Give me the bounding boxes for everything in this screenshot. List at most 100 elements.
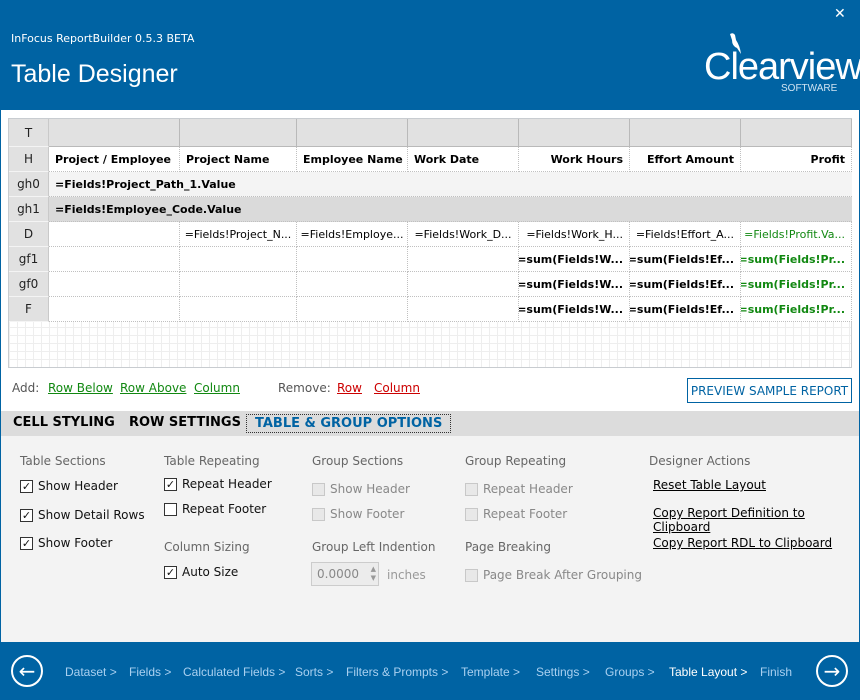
preview-sample-report-button[interactable]: PREVIEW SAMPLE REPORT	[687, 378, 852, 403]
arrow-right-circle-icon[interactable]: →	[816, 655, 848, 687]
table-sections-checkbox-1[interactable]: ✓ Show Detail Rows	[20, 508, 145, 522]
table-cell[interactable]: =sum(Fields!Ef...	[630, 297, 741, 322]
table-cell[interactable]	[180, 297, 297, 322]
group-indent-stepper[interactable]: 0.0000 ▲ ▼	[311, 562, 379, 586]
column-handle[interactable]	[630, 119, 741, 147]
add-row-above-link[interactable]: Row Above	[120, 381, 186, 395]
checkbox-box[interactable]	[164, 502, 177, 516]
checkbox-box[interactable]: ✓	[164, 477, 177, 491]
stepper-arrows-icon[interactable]: ▲ ▼	[371, 565, 376, 583]
row-header-H[interactable]: H	[9, 147, 49, 172]
table-cell[interactable]: =Fields!Effort_A...	[630, 222, 741, 247]
table-cell[interactable]	[49, 297, 180, 322]
group-header-cell[interactable]: =Fields!Employee_Code.Value	[49, 197, 852, 222]
column-handle[interactable]	[741, 119, 852, 147]
table-cell[interactable]	[180, 247, 297, 272]
table-cell[interactable]: =sum(Fields!Ef...	[630, 247, 741, 272]
remove-row-link[interactable]: Row	[337, 381, 362, 395]
table-cell[interactable]	[297, 297, 408, 322]
group-sections-checkbox-0[interactable]: Show Header	[312, 482, 410, 496]
table-repeating-checkbox-0[interactable]: ✓ Repeat Header	[164, 477, 272, 491]
table-cell[interactable]: =sum(Fields!Pr...	[741, 247, 852, 272]
table-cell[interactable]: Employee Name	[297, 147, 408, 172]
table-cell[interactable]	[408, 272, 519, 297]
add-row-below-link[interactable]: Row Below	[48, 381, 113, 395]
row-header-F[interactable]: F	[9, 297, 49, 322]
wizard-step[interactable]: Calculated Fields >	[183, 665, 285, 679]
table-cell[interactable]	[408, 247, 519, 272]
table-cell[interactable]	[180, 272, 297, 297]
table-cell[interactable]: Effort Amount	[630, 147, 741, 172]
row-header-T[interactable]: T	[9, 119, 49, 147]
page-breaking-checkbox-0[interactable]: Page Break After Grouping	[465, 568, 642, 582]
checkbox-box[interactable]	[465, 507, 478, 521]
wizard-step[interactable]: Fields >	[129, 665, 171, 679]
row-header-D[interactable]: D	[9, 222, 49, 247]
designer-action-link[interactable]: Copy Report RDL to Clipboard	[653, 536, 832, 550]
checkbox-box[interactable]	[312, 507, 325, 521]
checkbox-box[interactable]	[465, 568, 478, 582]
wizard-step[interactable]: Groups >	[605, 665, 655, 679]
table-cell[interactable]: =sum(Fields!Ef...	[630, 272, 741, 297]
table-cell[interactable]: =sum(Fields!Pr...	[741, 272, 852, 297]
checkbox-box[interactable]: ✓	[20, 479, 33, 493]
table-cell[interactable]: =Fields!Project_N...	[180, 222, 297, 247]
table-repeating-checkbox-1[interactable]: Repeat Footer	[164, 502, 266, 516]
group-header-cell[interactable]: =Fields!Project_Path_1.Value	[49, 172, 852, 197]
close-icon[interactable]: ✕	[834, 6, 846, 22]
wizard-step[interactable]: Finish	[760, 665, 792, 679]
table-cell[interactable]: =Fields!Profit.Va...	[741, 222, 852, 247]
group-sections-checkbox-1[interactable]: Show Footer	[312, 507, 404, 521]
checkbox-box[interactable]: ✓	[20, 508, 33, 522]
wizard-step[interactable]: Template >	[461, 665, 520, 679]
table-cell[interactable]	[297, 272, 408, 297]
wizard-step[interactable]: Filters & Prompts >	[346, 665, 448, 679]
table-cell[interactable]: Project Name	[180, 147, 297, 172]
table-cell[interactable]: =sum(Fields!Pr...	[741, 297, 852, 322]
column-handle[interactable]	[519, 119, 630, 147]
table-cell[interactable]	[297, 247, 408, 272]
designer-action-link[interactable]: Reset Table Layout	[653, 478, 766, 492]
checkbox-box[interactable]: ✓	[20, 536, 33, 550]
row-header-gf1[interactable]: gf1	[9, 247, 49, 272]
table-cell[interactable]: Project / Employee	[49, 147, 180, 172]
column-handle[interactable]	[180, 119, 297, 147]
wizard-step[interactable]: Sorts >	[295, 665, 333, 679]
indent-value[interactable]: 0.0000	[317, 567, 359, 581]
table-cell[interactable]	[49, 272, 180, 297]
table-cell[interactable]: Work Date	[408, 147, 519, 172]
table-cell[interactable]: =Fields!Employe...	[297, 222, 408, 247]
table-cell[interactable]: =sum(Fields!W...	[519, 297, 630, 322]
column-handle[interactable]	[49, 119, 180, 147]
arrow-left-circle-icon[interactable]: ←	[11, 655, 43, 687]
wizard-step[interactable]: Dataset >	[65, 665, 117, 679]
remove-column-link[interactable]: Column	[374, 381, 420, 395]
column-handle[interactable]	[408, 119, 519, 147]
group-repeating-checkbox-1[interactable]: Repeat Footer	[465, 507, 567, 521]
tab-cell-styling[interactable]: CELL STYLING	[5, 414, 123, 431]
table-sections-checkbox-0[interactable]: ✓ Show Header	[20, 479, 118, 493]
column-handle[interactable]	[297, 119, 408, 147]
tab-table-group-options[interactable]: TABLE & GROUP OPTIONS	[246, 414, 452, 433]
column-sizing-checkbox-0[interactable]: ✓ Auto Size	[164, 565, 238, 579]
group-repeating-checkbox-0[interactable]: Repeat Header	[465, 482, 573, 496]
row-header-gf0[interactable]: gf0	[9, 272, 49, 297]
table-cell[interactable]: =Fields!Work_D...	[408, 222, 519, 247]
designer-action-link[interactable]: Copy Report Definition to Clipboard	[653, 506, 859, 534]
table-cell[interactable]: Work Hours	[519, 147, 630, 172]
table-cell[interactable]	[49, 222, 180, 247]
checkbox-box[interactable]	[465, 482, 478, 496]
table-cell[interactable]: =sum(Fields!W...	[519, 247, 630, 272]
checkbox-box[interactable]	[312, 482, 325, 496]
table-cell[interactable]: Profit	[741, 147, 852, 172]
table-cell[interactable]	[408, 297, 519, 322]
wizard-step[interactable]: Table Layout >	[669, 665, 747, 679]
table-cell[interactable]: =sum(Fields!W...	[519, 272, 630, 297]
add-column-link[interactable]: Column	[194, 381, 240, 395]
table-cell[interactable]: =Fields!Work_H...	[519, 222, 630, 247]
row-header-gh1[interactable]: gh1	[9, 197, 49, 222]
table-sections-checkbox-2[interactable]: ✓ Show Footer	[20, 536, 112, 550]
tab-row-settings[interactable]: ROW SETTINGS	[121, 414, 249, 431]
checkbox-box[interactable]: ✓	[164, 565, 177, 579]
wizard-step[interactable]: Settings >	[536, 665, 590, 679]
